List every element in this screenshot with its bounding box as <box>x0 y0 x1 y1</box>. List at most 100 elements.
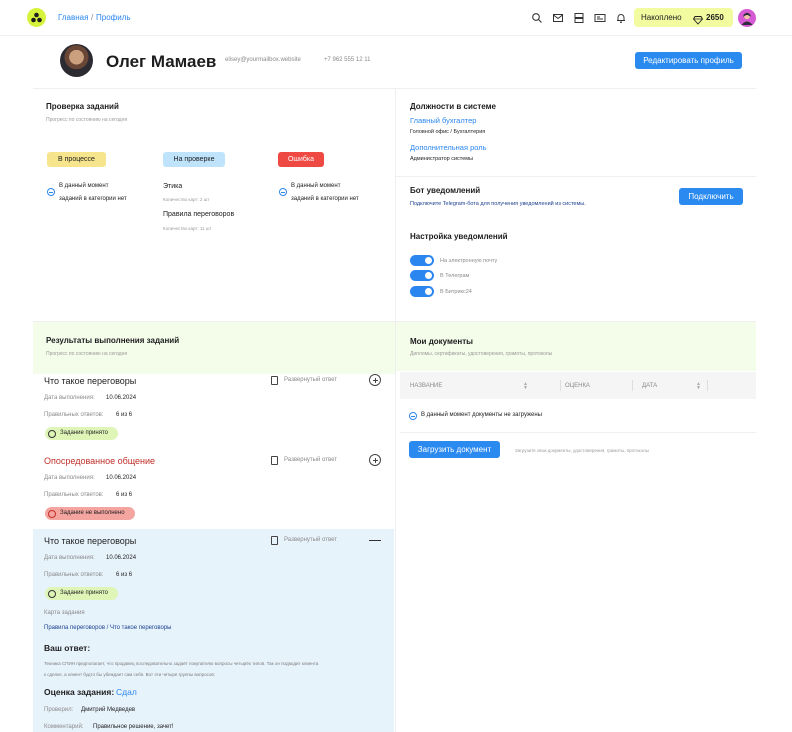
documents-header <box>396 322 756 371</box>
expand-task-button[interactable] <box>369 454 381 466</box>
task-title[interactable]: Что такое переговоры <box>44 376 136 386</box>
documents-title: Мои документы <box>410 337 473 346</box>
breadcrumb-home[interactable]: Главная <box>58 13 88 22</box>
error-badge[interactable]: Ошибка <box>278 152 324 167</box>
task-date: 10.06.2024 <box>106 555 137 561</box>
task-check-title: Проверка заданий <box>46 102 119 111</box>
card-path-link[interactable]: Правила переговоров / Что такое перегово… <box>44 625 172 631</box>
extra-role[interactable]: Дополнительная роль <box>410 143 487 152</box>
breadcrumb-current[interactable]: Профиль <box>96 13 131 22</box>
answer-type: Развернутый ответ <box>284 377 337 383</box>
review-item-count: Количество карт: 11 шт <box>163 226 212 231</box>
review-item-name[interactable]: Этика <box>163 183 182 190</box>
col-divider <box>632 380 633 391</box>
upload-hint: Загрузите свои документы, удостоверения,… <box>515 448 649 453</box>
bell-icon[interactable] <box>615 11 627 24</box>
divider <box>400 432 756 433</box>
task-check-subtitle: Прогресс по состоянию на сегодня <box>46 117 128 123</box>
accumulated-label: Накоплено <box>641 13 682 22</box>
correct-label: Правильных ответов: <box>44 412 104 418</box>
edit-profile-button[interactable]: Редактировать профиль <box>635 52 742 69</box>
status-text: Задание принято <box>60 590 108 596</box>
task-date: 10.06.2024 <box>106 395 137 401</box>
task-date: 10.06.2024 <box>106 475 137 481</box>
empty-info-icon <box>47 188 55 196</box>
results-subtitle: Прогресс по состоянию на сегодня <box>46 351 128 357</box>
answer-type: Развернутый ответ <box>284 457 337 463</box>
error-empty-line2: заданий в категории нет <box>291 196 359 202</box>
your-answer-label: Ваш ответ: <box>44 643 91 653</box>
bot-title: Бот уведомлений <box>410 186 481 195</box>
sort-icon[interactable]: ▲ ▼ <box>696 382 701 391</box>
answer-text: к сделке, а клиент будто бы убеждает сам… <box>44 672 216 677</box>
divider-vertical <box>395 88 396 732</box>
comment-value: Правильное решение, зачет! <box>93 724 174 730</box>
col-name[interactable]: НАЗВАНИЕ <box>410 383 442 389</box>
task-title[interactable]: Опосредованное общение <box>44 456 155 466</box>
search-icon[interactable] <box>531 11 543 23</box>
col-date[interactable]: ДАТА <box>642 383 657 389</box>
document-icon <box>271 456 278 465</box>
server-icon[interactable] <box>573 11 585 23</box>
grade-value: Сдал <box>116 687 137 697</box>
id-card-icon[interactable] <box>594 11 606 23</box>
extra-role-name: Администратор системы <box>410 156 474 162</box>
empty-info-icon <box>409 412 417 420</box>
user-avatar[interactable] <box>738 9 756 27</box>
card-label: Карта задания <box>44 610 85 616</box>
documents-subtitle: Дипломы, сертификаты, удостоверения, гра… <box>410 351 553 357</box>
review-badge[interactable]: На проверке <box>163 152 225 167</box>
collapse-task-button[interactable] <box>369 540 381 541</box>
documents-empty: В данный момент документы не загружены <box>421 412 542 418</box>
mail-icon[interactable] <box>552 11 564 23</box>
correct-label: Правильных ответов: <box>44 492 104 498</box>
results-title: Результаты выполнения заданий <box>46 336 180 345</box>
divider <box>396 176 756 177</box>
upload-document-button[interactable]: Загрузить документ <box>409 441 500 458</box>
col-grade[interactable]: ОЦЕНКА <box>565 383 590 389</box>
document-icon <box>271 376 278 385</box>
status-failed-badge: Задание не выполнено <box>45 507 135 520</box>
bitrix-notify-toggle[interactable] <box>410 286 434 297</box>
email-notify-toggle[interactable] <box>410 255 434 266</box>
in-progress-badge[interactable]: В процессе <box>47 152 106 167</box>
results-header <box>33 322 395 374</box>
notify-option-label: В Битрикс24 <box>440 289 472 295</box>
task-correct: 6 из 6 <box>116 492 133 498</box>
status-text: Задание принято <box>60 430 108 436</box>
expand-task-button[interactable] <box>369 374 381 386</box>
empty-info-icon <box>279 188 287 196</box>
bot-description: Подключите Telegram-бота для получения у… <box>410 201 586 207</box>
connect-bot-button[interactable]: Подключить <box>679 188 743 205</box>
task-title[interactable]: Что такое переговоры <box>44 536 136 546</box>
answer-text: Техника СПИН предполагает, что продавец … <box>44 661 319 666</box>
check-circle-icon <box>48 429 56 438</box>
in-progress-empty-line2: заданий в категории нет <box>59 196 127 202</box>
logo[interactable] <box>27 8 46 27</box>
check-circle-icon <box>48 589 56 598</box>
positions-title: Должности в системе <box>410 102 496 111</box>
reviewer-value: Дмитрий Медведев <box>81 707 136 713</box>
col-divider <box>560 380 561 391</box>
main-role[interactable]: Главный бухгалтер <box>410 116 476 125</box>
task-correct: 6 из 6 <box>116 412 133 418</box>
review-item-count: Количество карт: 2 шт <box>163 197 210 202</box>
breadcrumb-separator: / <box>91 13 94 22</box>
date-label: Дата выполнения: <box>44 555 95 561</box>
accumulated-value: 2650 <box>706 13 724 22</box>
diamond-icon <box>692 12 704 25</box>
correct-label: Правильных ответов: <box>44 572 104 578</box>
grade-label: Оценка задания: <box>44 687 115 697</box>
reviewer-label: Проверил: <box>44 707 74 713</box>
profile-phone: +7 962 555 12 11 <box>324 57 371 63</box>
comment-label: Комментарий: <box>44 724 84 730</box>
answer-type: Развернутый ответ <box>284 537 337 543</box>
x-circle-icon <box>48 509 56 518</box>
status-text: Задание не выполнено <box>60 510 125 516</box>
telegram-notify-toggle[interactable] <box>410 270 434 281</box>
sort-icon[interactable]: ▲ ▼ <box>523 382 528 391</box>
review-item-name[interactable]: Правила переговоров <box>163 211 234 218</box>
task-correct: 6 из 6 <box>116 572 133 578</box>
status-accepted-badge: Задание принято <box>45 427 118 440</box>
profile-photo <box>60 44 93 77</box>
